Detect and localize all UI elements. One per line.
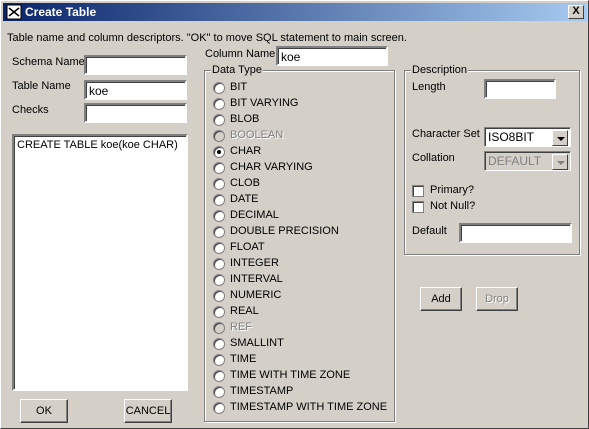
default-label: Default bbox=[412, 225, 447, 237]
radio-button[interactable] bbox=[213, 146, 225, 158]
radio-label: TIME WITH TIME ZONE bbox=[230, 369, 351, 381]
title-bar[interactable]: Create Table X bbox=[3, 3, 587, 21]
radio-button[interactable] bbox=[213, 114, 225, 126]
radio-label: BOOLEAN bbox=[230, 129, 284, 141]
radio-label: BIT bbox=[230, 81, 248, 93]
description-legend: Description bbox=[411, 64, 469, 76]
chevron-down-icon[interactable] bbox=[552, 130, 568, 146]
radio-button[interactable] bbox=[213, 386, 225, 398]
instructions-text: Table name and column descriptors. "OK" … bbox=[7, 32, 407, 44]
chevron-down-icon[interactable] bbox=[552, 154, 568, 170]
schema-name-label: Schema Name bbox=[12, 56, 85, 68]
close-button[interactable]: X bbox=[568, 5, 584, 19]
radio-button[interactable] bbox=[213, 258, 225, 270]
data-type-legend: Data Type bbox=[211, 64, 263, 76]
radio-button[interactable] bbox=[213, 82, 225, 94]
radio-button[interactable] bbox=[213, 274, 225, 286]
drop-button: Drop bbox=[476, 287, 518, 311]
radio-button[interactable] bbox=[213, 290, 225, 302]
radio-label: TIME bbox=[230, 353, 257, 365]
radio-label: INTERVAL bbox=[230, 273, 283, 285]
radio-button[interactable] bbox=[213, 242, 225, 254]
radio-button[interactable] bbox=[213, 194, 225, 206]
radio-button[interactable] bbox=[213, 338, 225, 350]
window-title: Create Table bbox=[25, 5, 97, 19]
checkbox-box[interactable] bbox=[412, 185, 424, 197]
character-set-select[interactable]: ISO8BIT bbox=[484, 127, 571, 147]
radio-label: DOUBLE PRECISION bbox=[230, 225, 339, 237]
create-table-window: Create Table X Table name and column des… bbox=[0, 0, 589, 429]
radio-button[interactable] bbox=[213, 210, 225, 222]
length-label: Length bbox=[412, 81, 446, 93]
table-name-label: Table Name bbox=[12, 80, 71, 92]
ok-button[interactable]: OK bbox=[20, 399, 68, 423]
radio-label: CHAR VARYING bbox=[230, 161, 313, 173]
radio-label: NUMERIC bbox=[230, 289, 282, 301]
collation-label: Collation bbox=[412, 152, 455, 164]
primary-label: Primary? bbox=[430, 184, 475, 196]
radio-label: DECIMAL bbox=[230, 209, 279, 221]
radio-label: BLOB bbox=[230, 113, 260, 125]
radio-label: REAL bbox=[230, 305, 259, 317]
radio-label: DATE bbox=[230, 193, 259, 205]
app-icon bbox=[6, 4, 22, 20]
checks-label: Checks bbox=[12, 104, 49, 116]
radio-button bbox=[213, 322, 225, 334]
data-type-group: Data Type BIT BIT VARYING BLOB BOOLEAN CHAR C… bbox=[204, 64, 395, 422]
column-name-input[interactable]: koe bbox=[276, 46, 388, 66]
radio-button[interactable] bbox=[213, 306, 225, 318]
character-set-label: Character Set bbox=[412, 128, 480, 140]
radio-label: CHAR bbox=[230, 145, 262, 157]
not-null-label: Not Null? bbox=[430, 200, 476, 212]
radio-button bbox=[213, 130, 225, 142]
add-button[interactable]: Add bbox=[420, 287, 462, 311]
collation-value: DEFAULT bbox=[488, 154, 542, 168]
radio-button[interactable] bbox=[213, 226, 225, 238]
radio-label: INTEGER bbox=[230, 257, 279, 269]
radio-button[interactable] bbox=[213, 162, 225, 174]
radio-label: CLOB bbox=[230, 177, 260, 189]
checkbox-box[interactable] bbox=[412, 201, 424, 213]
checks-input[interactable] bbox=[84, 103, 187, 123]
radio-label: REF bbox=[230, 321, 252, 333]
table-name-input[interactable]: koe bbox=[84, 80, 187, 100]
radio-button[interactable] bbox=[213, 178, 225, 190]
radio-label: TIMESTAMP bbox=[230, 385, 294, 397]
radio-button[interactable] bbox=[213, 98, 225, 110]
radio-label: FLOAT bbox=[230, 241, 265, 253]
sql-statement-textarea[interactable]: CREATE TABLE koe(koe CHAR) bbox=[12, 134, 188, 391]
radio-label: SMALLINT bbox=[230, 337, 284, 349]
character-set-value: ISO8BIT bbox=[488, 130, 535, 144]
column-name-label: Column Name bbox=[205, 48, 276, 60]
cancel-button[interactable]: CANCEL bbox=[124, 399, 172, 423]
schema-name-input[interactable] bbox=[84, 55, 187, 75]
default-input[interactable] bbox=[459, 223, 572, 243]
radio-label: BIT VARYING bbox=[230, 97, 299, 109]
radio-button[interactable] bbox=[213, 354, 225, 366]
length-input[interactable] bbox=[484, 79, 556, 99]
radio-button[interactable] bbox=[213, 370, 225, 382]
collation-select[interactable]: DEFAULT bbox=[484, 151, 571, 171]
radio-label: TIMESTAMP WITH TIME ZONE bbox=[230, 401, 388, 413]
radio-button[interactable] bbox=[213, 402, 225, 414]
